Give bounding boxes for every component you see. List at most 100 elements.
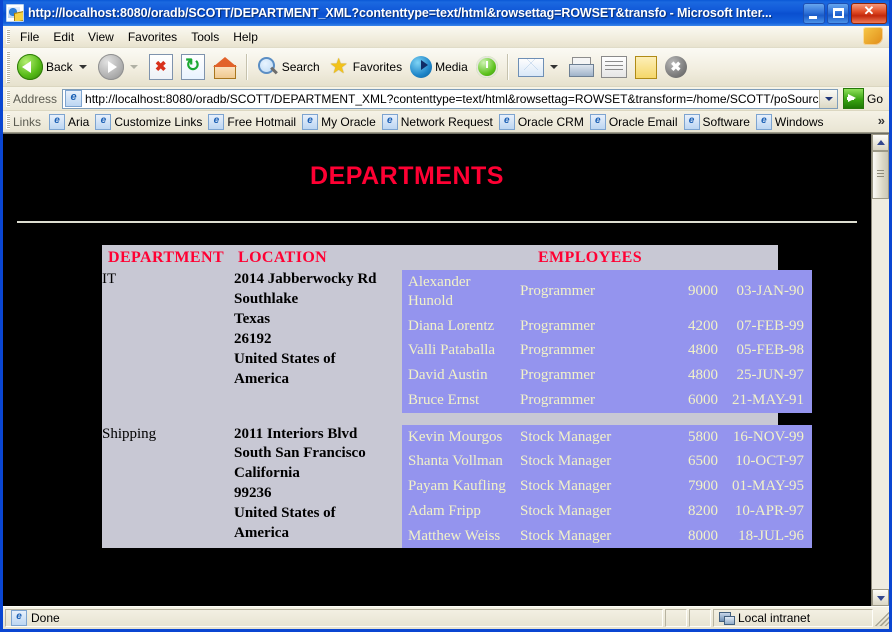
address-label: Address — [13, 92, 57, 106]
print-button[interactable] — [565, 51, 597, 83]
link-label: Oracle Email — [609, 115, 678, 129]
page-status-icon — [11, 610, 27, 626]
link-network-request[interactable]: Network Request — [380, 113, 497, 131]
link-software[interactable]: Software — [682, 113, 754, 131]
links-bar: Links Aria Customize Links Free Hotmail … — [3, 111, 889, 133]
linksbar-gripper[interactable] — [6, 114, 10, 129]
history-button[interactable] — [472, 51, 502, 83]
menu-favorites[interactable]: Favorites — [121, 28, 184, 46]
location-line: Texas — [234, 310, 402, 330]
scrollbar-thumb[interactable] — [872, 151, 889, 199]
link-my-oracle[interactable]: My Oracle — [300, 113, 380, 131]
status-pane-2 — [689, 609, 711, 627]
menu-tools[interactable]: Tools — [184, 28, 226, 46]
employee-name: David Austin — [402, 363, 514, 388]
home-button[interactable] — [209, 51, 241, 83]
forward-dropdown-chevron-icon[interactable] — [130, 65, 138, 69]
location-line: 2011 Interiors Blvd — [234, 425, 402, 445]
link-customize-links[interactable]: Customize Links — [93, 113, 206, 131]
menu-gripper[interactable] — [6, 29, 10, 44]
print-icon — [569, 57, 593, 78]
mail-dropdown-chevron-icon[interactable] — [550, 65, 558, 69]
page-favicon-icon — [65, 90, 82, 107]
refresh-button[interactable] — [177, 51, 209, 83]
menu-view[interactable]: View — [81, 28, 121, 46]
menu-file[interactable]: File — [13, 28, 46, 46]
discuss-note-icon — [635, 56, 657, 79]
employee-row: Kevin Mourgos Stock Manager 5800 16-NOV-… — [402, 425, 812, 450]
mail-button[interactable] — [514, 51, 565, 83]
menu-edit[interactable]: Edit — [46, 28, 81, 46]
employee-name: Kevin Mourgos — [402, 425, 514, 450]
table-row: IT 2014 Jabberwocky Rd Southlake Texas 2… — [102, 270, 778, 413]
tool-bar: Back Search ★ Favorites Media — [3, 48, 889, 87]
employee-name: Adam Fripp — [402, 499, 514, 524]
star-icon: ★ — [328, 56, 350, 78]
back-dropdown-chevron-icon[interactable] — [79, 65, 87, 69]
employee-hiredate: 21-MAY-91 — [722, 388, 812, 413]
link-oracle-email[interactable]: Oracle Email — [588, 113, 682, 131]
vertical-scrollbar[interactable] — [871, 134, 889, 606]
media-button[interactable]: Media — [406, 51, 472, 83]
link-label: My Oracle — [321, 115, 376, 129]
link-favicon-icon — [302, 114, 318, 130]
search-button[interactable]: Search — [253, 51, 324, 83]
employees-table: Kevin Mourgos Stock Manager 5800 16-NOV-… — [402, 425, 812, 549]
links-overflow-chevron-icon[interactable]: » — [878, 113, 885, 128]
link-free-hotmail[interactable]: Free Hotmail — [206, 113, 300, 131]
employee-hiredate: 01-MAY-95 — [722, 474, 812, 499]
stop-icon — [149, 54, 173, 80]
employee-salary: 5800 — [654, 425, 722, 450]
link-favicon-icon — [756, 114, 772, 130]
link-label: Free Hotmail — [227, 115, 296, 129]
scroll-down-button[interactable] — [872, 589, 889, 606]
menu-help[interactable]: Help — [226, 28, 265, 46]
scrollbar-track[interactable] — [872, 151, 889, 589]
department-employees: Kevin Mourgos Stock Manager 5800 16-NOV-… — [402, 425, 778, 549]
status-message-pane: Done — [5, 609, 663, 627]
address-dropdown-chevron-icon[interactable] — [819, 90, 837, 108]
link-aria[interactable]: Aria — [47, 113, 93, 131]
departments-table: DEPARTMENT LOCATION EMPLOYEES IT 2014 Ja… — [102, 245, 778, 548]
location-line: California — [234, 464, 402, 484]
window-controls — [803, 3, 887, 24]
employee-row: Valli Pataballa Programmer 4800 05-FEB-9… — [402, 338, 812, 363]
resize-grip[interactable] — [873, 610, 889, 626]
security-zone-label: Local intranet — [738, 611, 810, 625]
employee-name: Alexander Hunold — [402, 270, 514, 314]
messenger-button[interactable] — [661, 51, 691, 83]
edit-button[interactable] — [597, 51, 631, 83]
media-button-label: Media — [435, 60, 468, 74]
link-windows[interactable]: Windows — [754, 113, 828, 131]
employee-row: Diana Lorentz Programmer 4200 07-FEB-99 — [402, 314, 812, 339]
minimize-button[interactable] — [803, 3, 825, 24]
column-header-employees: EMPLOYEES — [402, 245, 778, 270]
close-button[interactable] — [851, 3, 887, 24]
employee-salary: 8000 — [654, 524, 722, 549]
employee-salary: 4800 — [654, 338, 722, 363]
go-button[interactable]: Go — [843, 88, 883, 109]
forward-button[interactable] — [94, 51, 145, 83]
maximize-button[interactable] — [827, 3, 849, 24]
toolbar-gripper[interactable] — [6, 51, 10, 83]
employee-job: Programmer — [514, 270, 654, 314]
favorites-button-label: Favorites — [353, 60, 402, 74]
addressbar-gripper[interactable] — [6, 90, 10, 107]
scroll-up-button[interactable] — [872, 134, 889, 151]
back-button[interactable]: Back — [13, 51, 94, 83]
employee-hiredate: 25-JUN-97 — [722, 363, 812, 388]
link-label: Software — [703, 115, 750, 129]
column-header-department: DEPARTMENT — [102, 245, 234, 270]
security-zone-pane: Local intranet — [713, 609, 873, 627]
spacer-cell — [102, 413, 234, 425]
link-oracle-crm[interactable]: Oracle CRM — [497, 113, 588, 131]
favorites-button[interactable]: ★ Favorites — [324, 51, 406, 83]
horizontal-rule — [17, 221, 857, 223]
go-button-label: Go — [867, 92, 883, 106]
address-input[interactable]: http://localhost:8080/oradb/SCOTT/DEPART… — [62, 89, 838, 109]
stop-button[interactable] — [145, 51, 177, 83]
table-row: Shipping 2011 Interiors Blvd South San F… — [102, 425, 778, 549]
employee-salary: 7900 — [654, 474, 722, 499]
link-label: Windows — [775, 115, 824, 129]
discuss-button[interactable] — [631, 51, 661, 83]
